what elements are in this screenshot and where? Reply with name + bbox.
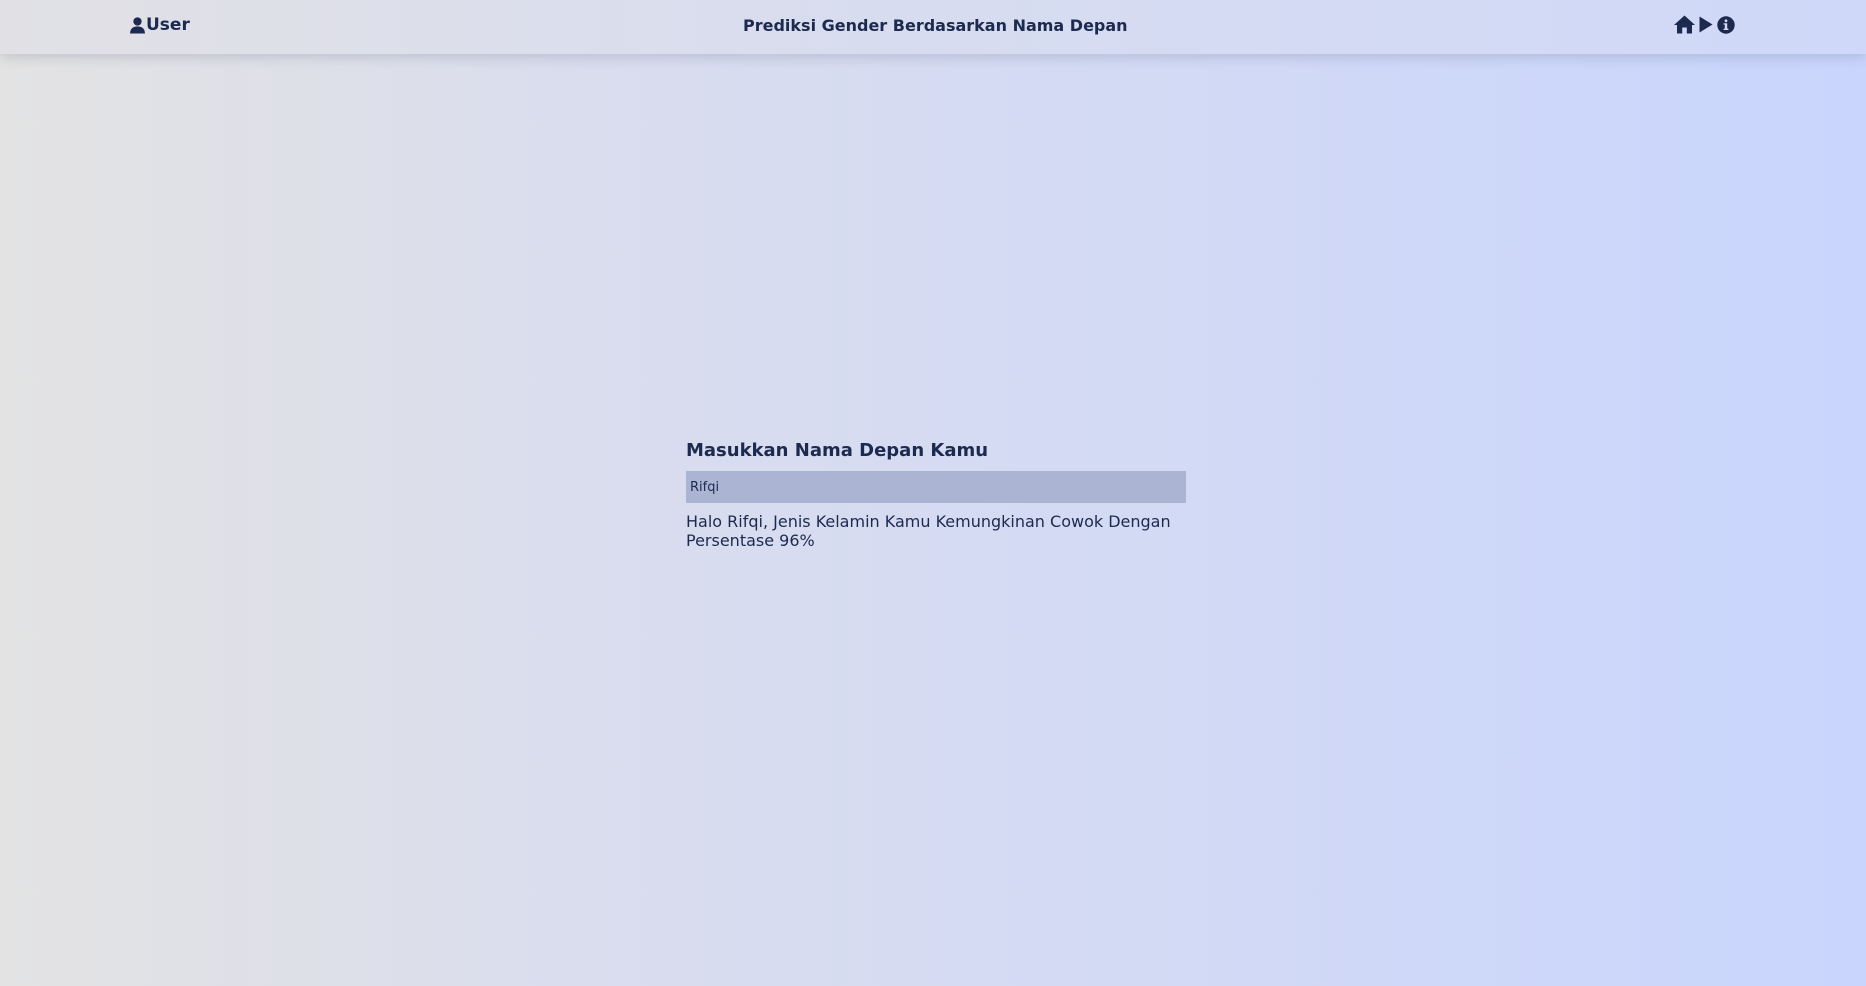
name-input[interactable] bbox=[686, 471, 1186, 503]
nav-icons bbox=[1674, 15, 1735, 34]
result-text: Halo Rifqi, Jenis Kelamin Kamu Kemungkin… bbox=[686, 512, 1171, 550]
user-link[interactable]: User bbox=[130, 15, 190, 35]
user-label: User bbox=[146, 15, 190, 35]
form-label: Masukkan Nama Depan Kamu bbox=[686, 440, 989, 461]
info-icon[interactable] bbox=[1717, 15, 1735, 34]
play-icon[interactable] bbox=[1699, 16, 1713, 33]
navbar: User Prediksi Gender Berdasarkan Nama De… bbox=[0, 0, 1866, 54]
home-icon[interactable] bbox=[1674, 15, 1695, 34]
name-form: Masukkan Nama Depan Kamu Halo Rifqi, Jen… bbox=[686, 440, 1186, 550]
page-title: Prediksi Gender Berdasarkan Nama Depan bbox=[743, 16, 1128, 35]
user-icon bbox=[130, 16, 145, 34]
